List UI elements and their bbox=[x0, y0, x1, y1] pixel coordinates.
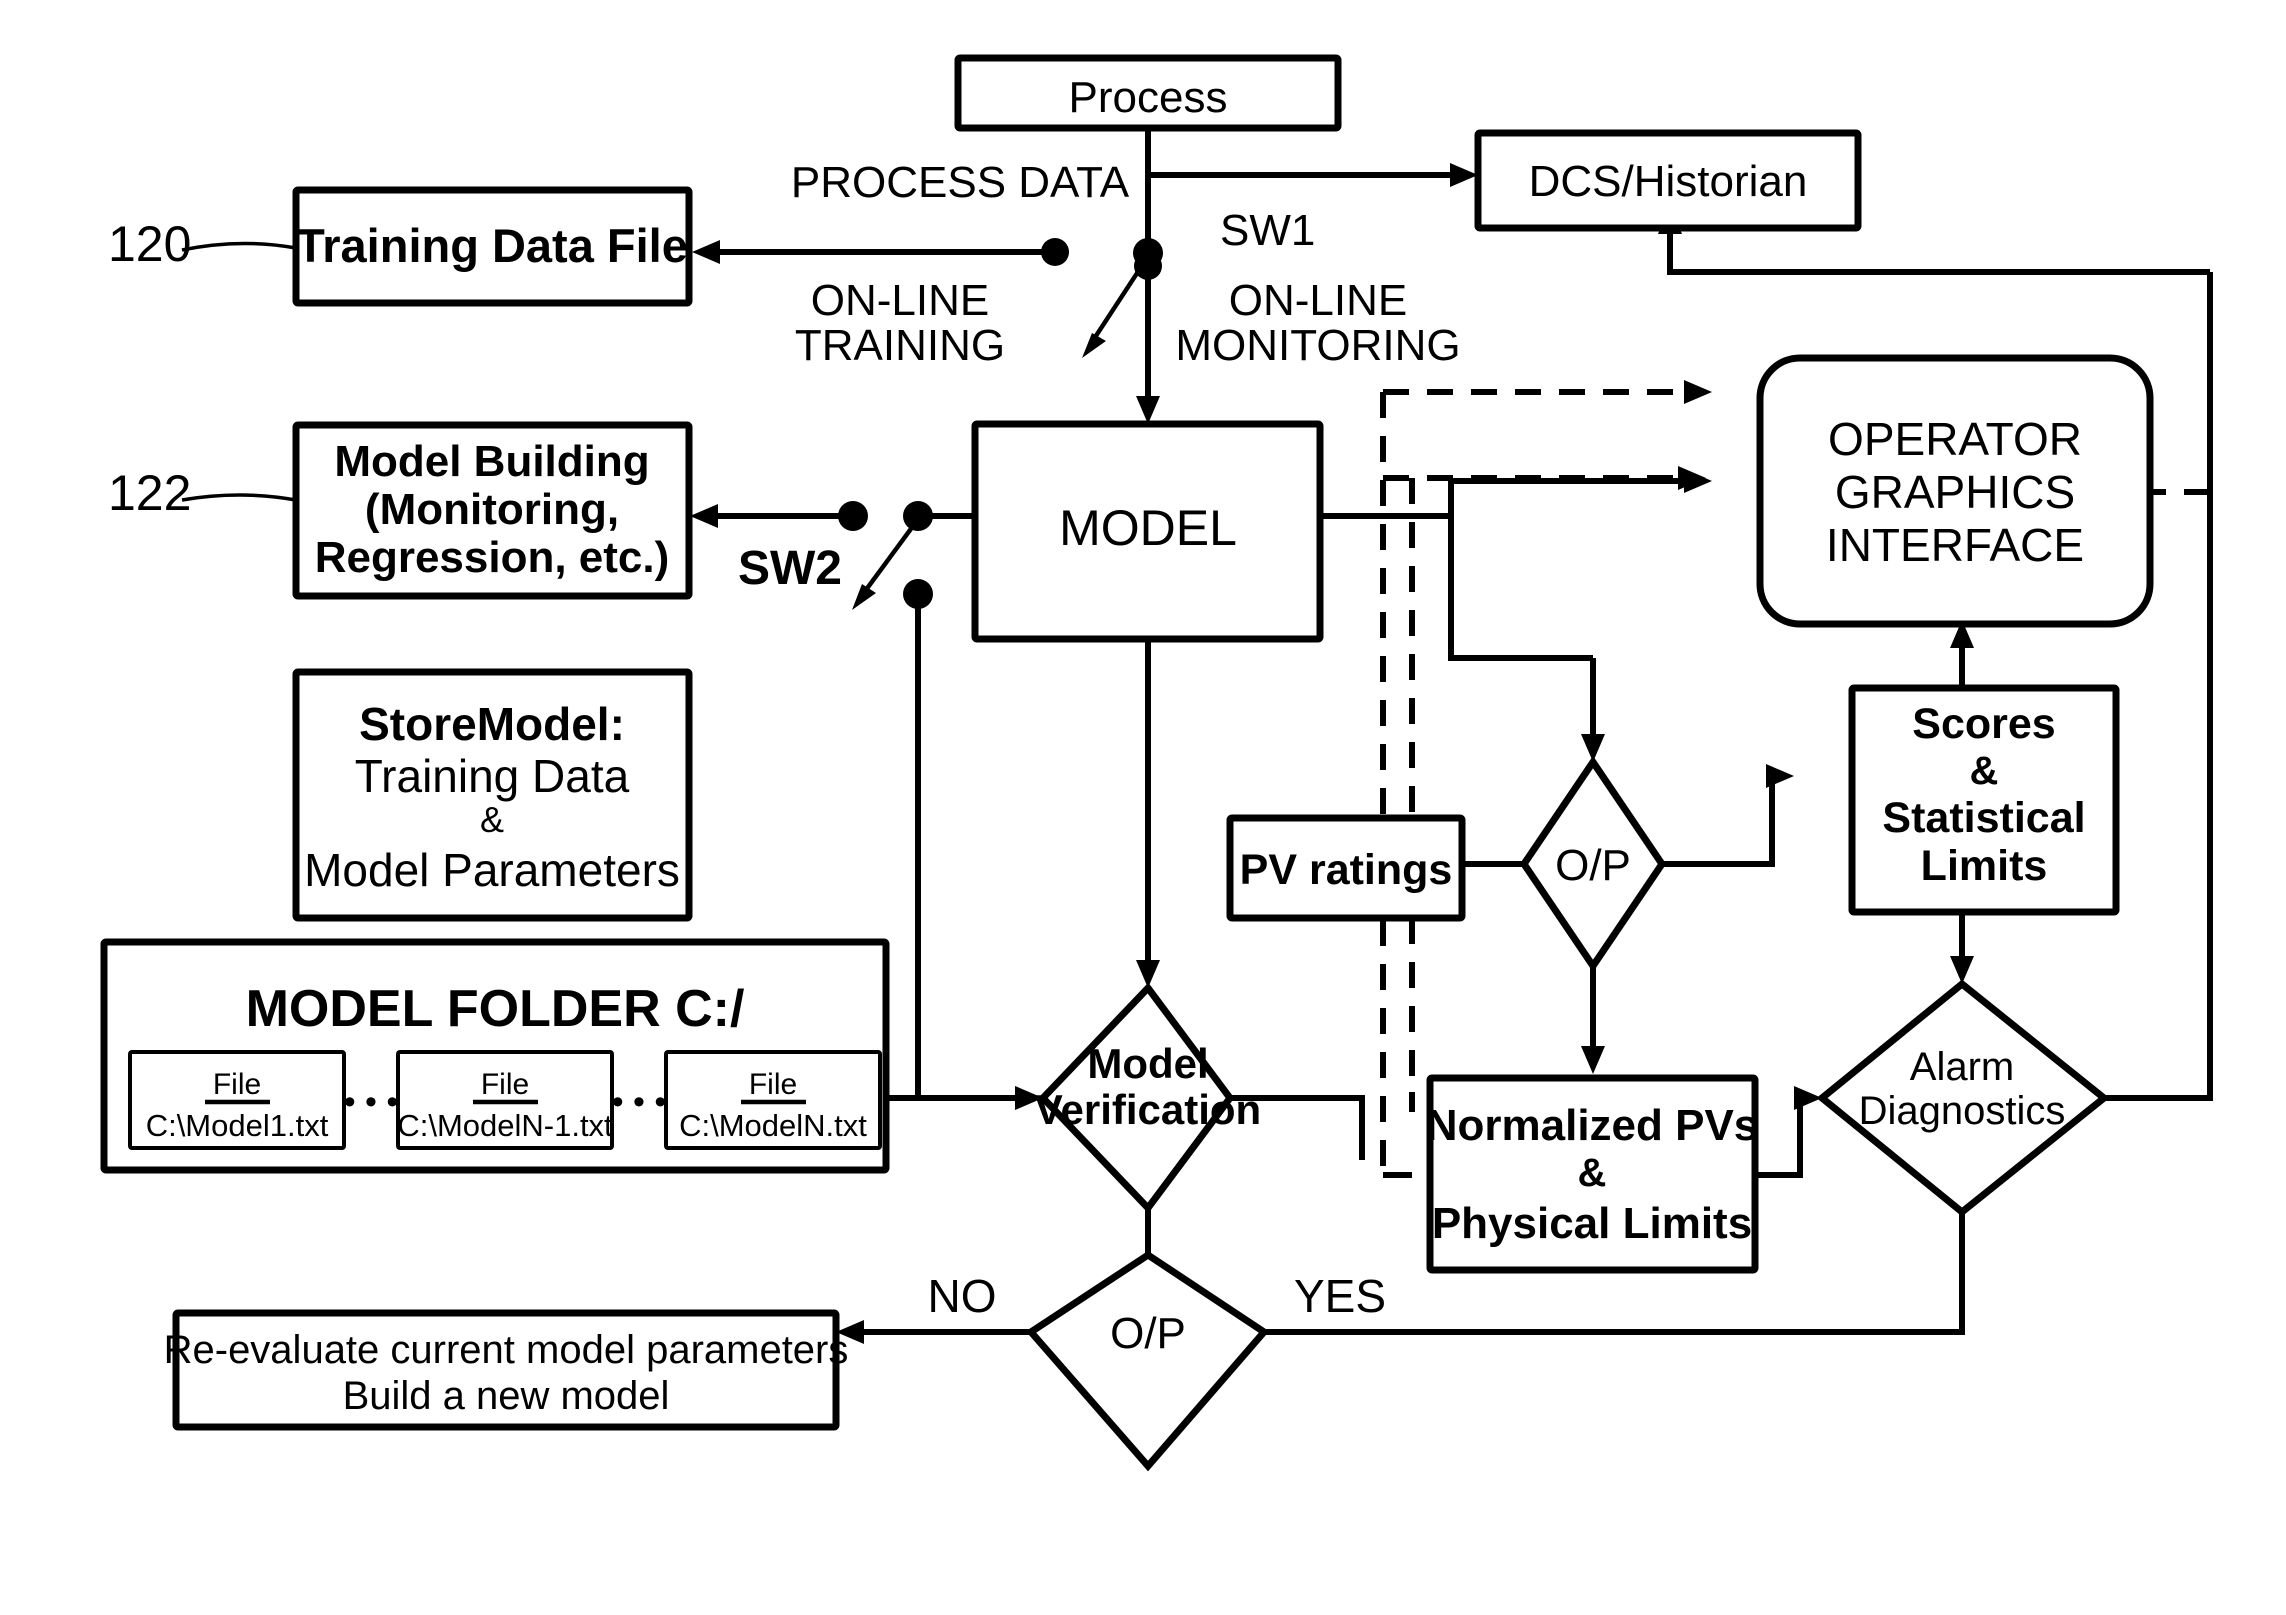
arrowhead-normalized bbox=[1581, 1046, 1605, 1074]
file-box-2-path: C:\ModelN-1.txt bbox=[397, 1108, 613, 1143]
edge-label-no: NO bbox=[928, 1270, 997, 1322]
node-operator-line1: OPERATOR bbox=[1828, 413, 2082, 465]
node-model-building-line2: (Monitoring, bbox=[365, 485, 619, 534]
node-model-folder-title: MODEL FOLDER C:/ bbox=[246, 980, 745, 1038]
node-alarm-line1: Alarm bbox=[1910, 1045, 2014, 1089]
arrowhead-to-model bbox=[1136, 396, 1160, 424]
file-box-3-label: File bbox=[749, 1068, 797, 1101]
arrowhead-to-dcs bbox=[1450, 163, 1478, 187]
flow-diagram: Process DCS/Historian Training Data File… bbox=[100, 54, 2213, 1472]
node-op-bottom[interactable] bbox=[1025, 1250, 1270, 1472]
arrowhead-to-training-file bbox=[692, 240, 720, 264]
diagram-canvas: Process DCS/Historian Training Data File… bbox=[0, 0, 2286, 1615]
sw1-contact-down bbox=[1134, 252, 1162, 280]
file-box-3-path: C:\ModelN.txt bbox=[679, 1108, 867, 1143]
node-operator-line2: GRAPHICS bbox=[1835, 466, 2075, 518]
sw1-arm-tip bbox=[1082, 333, 1106, 358]
sw1-contact-left bbox=[1041, 238, 1069, 266]
node-op-bottom-label: O/P bbox=[1110, 1309, 1186, 1358]
leader-line-120 bbox=[181, 241, 297, 252]
arrowhead-dashed-upper bbox=[1684, 380, 1712, 404]
edge-label-online-monitoring-line2: MONITORING bbox=[1175, 321, 1460, 370]
node-reevaluate-line2: Build a new model bbox=[343, 1374, 670, 1418]
node-normalized-line3: Physical Limits bbox=[1432, 1199, 1752, 1248]
node-alarm-line2: Diagnostics bbox=[1859, 1089, 2066, 1133]
node-pv-ratings-label: PV ratings bbox=[1240, 846, 1453, 894]
node-model-building-line1: Model Building bbox=[334, 437, 649, 486]
arrowhead-scores bbox=[1766, 764, 1794, 788]
edge-label-online-training-line1: ON-LINE bbox=[811, 276, 989, 325]
edge-op-to-scores bbox=[1662, 776, 1775, 867]
edge-label-sw2: SW2 bbox=[738, 542, 842, 595]
edge-model-to-op-mid bbox=[1448, 516, 1593, 661]
node-store-model-line1: StoreModel: bbox=[359, 698, 625, 750]
edge-pvratings-to-verification bbox=[1253, 1095, 1365, 1160]
file-box-2-label: File bbox=[481, 1068, 529, 1101]
node-operator-line3: INTERFACE bbox=[1826, 519, 2084, 571]
node-process-label: Process bbox=[1069, 73, 1228, 122]
edge-sw2-lower-to-verification bbox=[915, 600, 1020, 1101]
file-ellipsis-2: • • • bbox=[612, 1083, 667, 1121]
node-scores-line3: Statistical bbox=[1882, 794, 2085, 842]
edge-label-yes: YES bbox=[1294, 1270, 1386, 1322]
file-ellipsis-1: • • • bbox=[344, 1083, 399, 1121]
sw2-arm-tip bbox=[852, 584, 876, 610]
node-scores-line1: Scores bbox=[1912, 700, 2055, 748]
node-store-model-line4: Model Parameters bbox=[304, 844, 680, 896]
edge-column-to-dcs bbox=[1667, 228, 2210, 275]
edge-label-online-training-line2: TRAINING bbox=[795, 321, 1005, 370]
node-op-mid-label: O/P bbox=[1555, 841, 1631, 890]
edge-label-sw1: SW1 bbox=[1220, 206, 1315, 255]
file-box-1-path: C:\Model1.txt bbox=[146, 1108, 329, 1143]
node-model-verification-line1: Model bbox=[1087, 1040, 1208, 1087]
node-reevaluate-line1: Re-evaluate current model parameters bbox=[164, 1328, 849, 1372]
leader-line-122 bbox=[181, 493, 297, 502]
node-model-label: MODEL bbox=[1059, 500, 1237, 556]
ref-numeral-120: 120 bbox=[108, 216, 191, 272]
edge-label-process-data: PROCESS DATA bbox=[791, 158, 1130, 207]
edge-label-online-monitoring-line1: ON-LINE bbox=[1229, 276, 1407, 325]
node-normalized-line2: & bbox=[1578, 1151, 1607, 1195]
node-scores-line4: Limits bbox=[1921, 842, 2048, 890]
node-normalized-line1: Normalized PVs bbox=[1426, 1101, 1759, 1150]
edge-normalized-to-alarm bbox=[1755, 1098, 1803, 1178]
node-scores-line2: & bbox=[1970, 749, 1999, 793]
node-store-model-line3: & bbox=[480, 799, 504, 840]
node-store-model-line2: Training Data bbox=[355, 750, 630, 802]
file-box-1-label: File bbox=[213, 1068, 261, 1101]
arrowhead-to-model-building bbox=[690, 504, 718, 528]
node-training-data-file-label: Training Data File bbox=[296, 219, 688, 272]
node-model-verification-line2: Verification bbox=[1035, 1086, 1261, 1133]
node-model-building-line3: Regression, etc.) bbox=[315, 533, 670, 582]
sw2-pivot bbox=[903, 501, 933, 531]
ref-numeral-122: 122 bbox=[108, 465, 191, 521]
node-dcs-historian-label: DCS/Historian bbox=[1529, 157, 1808, 206]
